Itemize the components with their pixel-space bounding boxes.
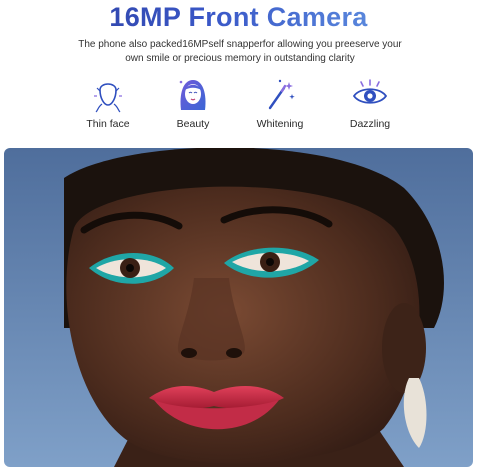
portrait-photo [4, 148, 473, 467]
feature-label: Thin face [86, 118, 130, 130]
page-title: 16MP Front Camera [0, 2, 477, 33]
feature-beauty: Beauty [153, 74, 233, 130]
feature-whitening: Whitening [240, 74, 320, 130]
feature-list: Thin face Beauty Whitening Dazzling [0, 74, 477, 134]
feature-label: Beauty [176, 118, 210, 130]
description-text: The phone also packed16MPself snapperfor… [78, 39, 402, 64]
feature-label: Dazzling [349, 118, 391, 130]
beauty-woman-icon [179, 80, 206, 110]
magic-wand-sparkle-icon [268, 79, 295, 110]
feature-label: Whitening [256, 118, 304, 130]
face-outline-icon [94, 83, 122, 113]
eye-icon [352, 79, 388, 104]
feature-thin-face: Thin face [68, 74, 148, 130]
feature-dazzling: Dazzling [330, 74, 410, 130]
